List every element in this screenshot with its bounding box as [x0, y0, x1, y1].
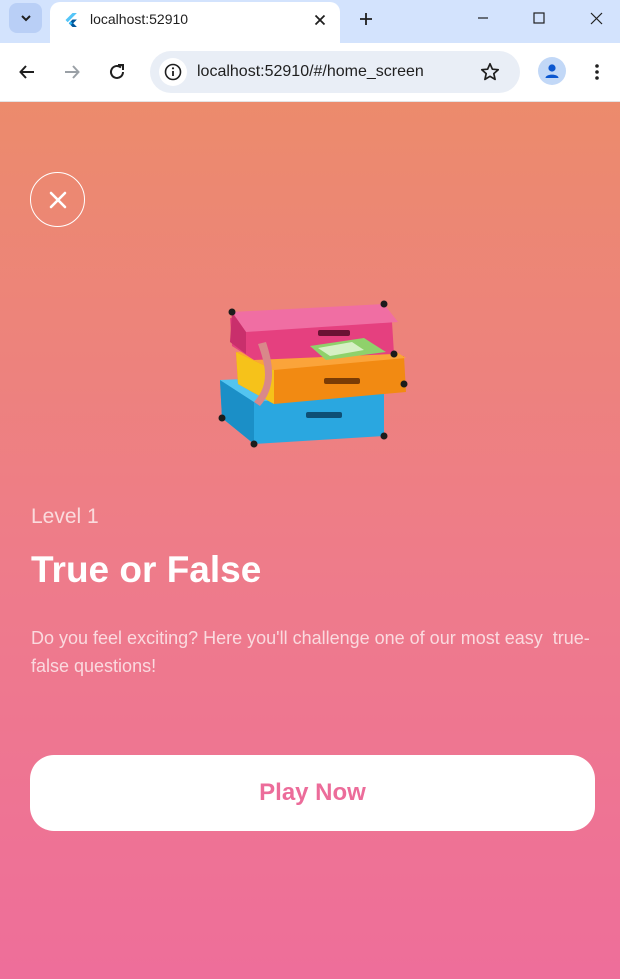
url-text: localhost:52910/#/home_screen — [197, 63, 424, 80]
minimize-icon — [478, 17, 488, 19]
play-now-button[interactable]: Play Now — [30, 755, 595, 831]
play-now-label: Play Now — [259, 779, 366, 806]
reload-button[interactable] — [104, 59, 130, 85]
star-icon — [480, 62, 500, 81]
arrow-left-icon — [19, 65, 34, 79]
maximize-icon — [533, 12, 545, 24]
plus-icon — [360, 13, 372, 25]
browser-menu-button[interactable] — [586, 59, 608, 85]
person-icon — [545, 64, 559, 78]
chevron-down-icon — [20, 15, 31, 22]
browser-toolbar: localhost:52910/#/home_screen — [0, 43, 620, 102]
more-vertical-icon — [595, 64, 599, 80]
close-icon — [49, 191, 66, 208]
tab-close-button[interactable] — [310, 10, 330, 30]
close-icon — [314, 14, 326, 26]
browser-tab[interactable]: localhost:52910 — [50, 2, 340, 43]
quiz-title: True or False — [31, 549, 262, 590]
address-bar[interactable]: localhost:52910/#/home_screen — [150, 51, 520, 93]
profile-button[interactable] — [538, 57, 566, 85]
site-info-button[interactable] — [159, 58, 187, 86]
quiz-description: Do you feel exciting? Here you'll challe… — [31, 628, 590, 676]
bookmark-button[interactable] — [478, 60, 502, 84]
forward-button[interactable] — [59, 59, 85, 85]
new-tab-button[interactable] — [354, 7, 378, 31]
flutter-logo-icon — [65, 13, 77, 27]
window-maximize-button[interactable] — [526, 6, 552, 30]
close-icon — [590, 12, 602, 24]
browser-tab-strip: localhost:52910 — [0, 0, 620, 43]
close-button[interactable] — [30, 172, 85, 227]
stacked-suitcases-illustration — [218, 300, 408, 448]
quiz-intro-screen: Level 1 True or False Do you feel exciti… — [0, 102, 620, 979]
info-icon — [164, 63, 182, 81]
tab-title: localhost:52910 — [90, 11, 189, 27]
window-close-button[interactable] — [583, 6, 609, 30]
arrow-right-icon — [65, 65, 80, 79]
back-button[interactable] — [14, 59, 40, 85]
reload-icon — [110, 64, 124, 79]
window-minimize-button[interactable] — [470, 6, 496, 30]
level-label: Level 1 — [31, 505, 99, 528]
tab-search-button[interactable] — [9, 3, 42, 33]
